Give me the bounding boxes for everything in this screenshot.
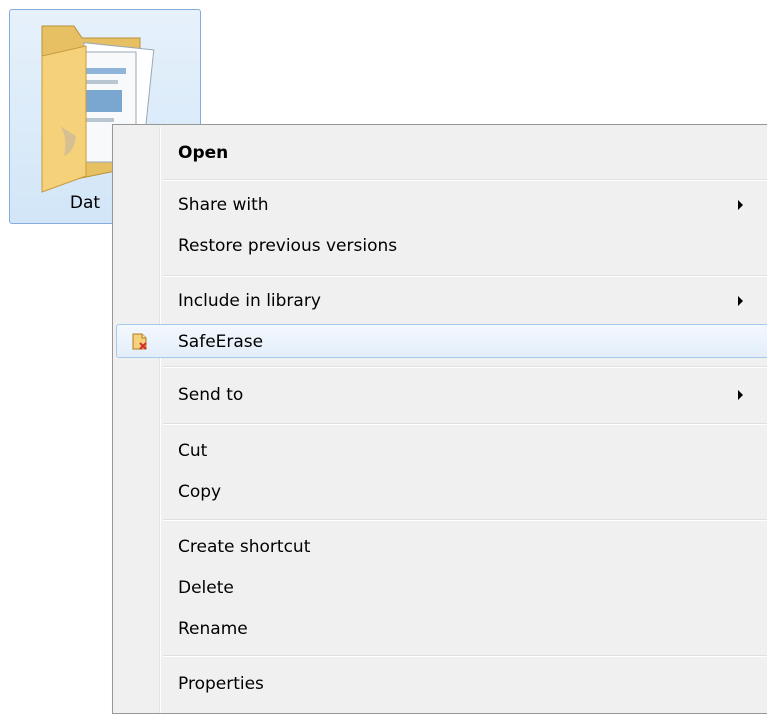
menu-item-restore-previous-versions[interactable]: Restore previous versions: [116, 229, 767, 263]
menu-item-rename[interactable]: Rename: [116, 612, 767, 646]
menu-item-include-in-library[interactable]: Include in library: [116, 284, 767, 318]
menu-item-copy[interactable]: Copy: [116, 475, 767, 509]
menu-separator: [163, 366, 767, 368]
menu-item-label: Create shortcut: [178, 537, 311, 557]
chevron-right-icon: [738, 200, 743, 210]
menu-separator: [163, 179, 767, 181]
menu-item-label: Restore previous versions: [178, 236, 398, 256]
menu-separator: [163, 655, 767, 657]
menu-item-label: Include in library: [178, 291, 321, 311]
menu-item-send-to[interactable]: Send to: [116, 378, 767, 412]
menu-item-create-shortcut[interactable]: Create shortcut: [116, 530, 767, 564]
menu-item-label: Properties: [178, 674, 264, 694]
menu-item-label: Copy: [178, 482, 222, 502]
context-menu: Open Share with Restore previous version…: [112, 124, 767, 714]
menu-item-label: SafeErase: [178, 332, 264, 352]
menu-item-open[interactable]: Open: [116, 136, 767, 170]
menu-item-share-with[interactable]: Share with: [116, 188, 767, 222]
safeerase-icon: [132, 333, 147, 350]
menu-item-cut[interactable]: Cut: [116, 434, 767, 468]
menu-item-label: Share with: [178, 195, 269, 215]
menu-separator: [163, 519, 767, 521]
menu-item-label: Rename: [178, 619, 248, 639]
menu-item-label: Open: [178, 143, 229, 163]
menu-item-properties[interactable]: Properties: [116, 667, 767, 701]
menu-separator: [163, 275, 767, 277]
menu-item-label: Send to: [178, 385, 244, 405]
menu-item-safeerase[interactable]: SafeErase: [116, 324, 767, 358]
menu-item-delete[interactable]: Delete: [116, 571, 767, 605]
menu-item-label: Delete: [178, 578, 234, 598]
menu-separator: [163, 423, 767, 425]
chevron-right-icon: [738, 390, 743, 400]
menu-item-label: Cut: [178, 441, 208, 461]
chevron-right-icon: [738, 296, 743, 306]
